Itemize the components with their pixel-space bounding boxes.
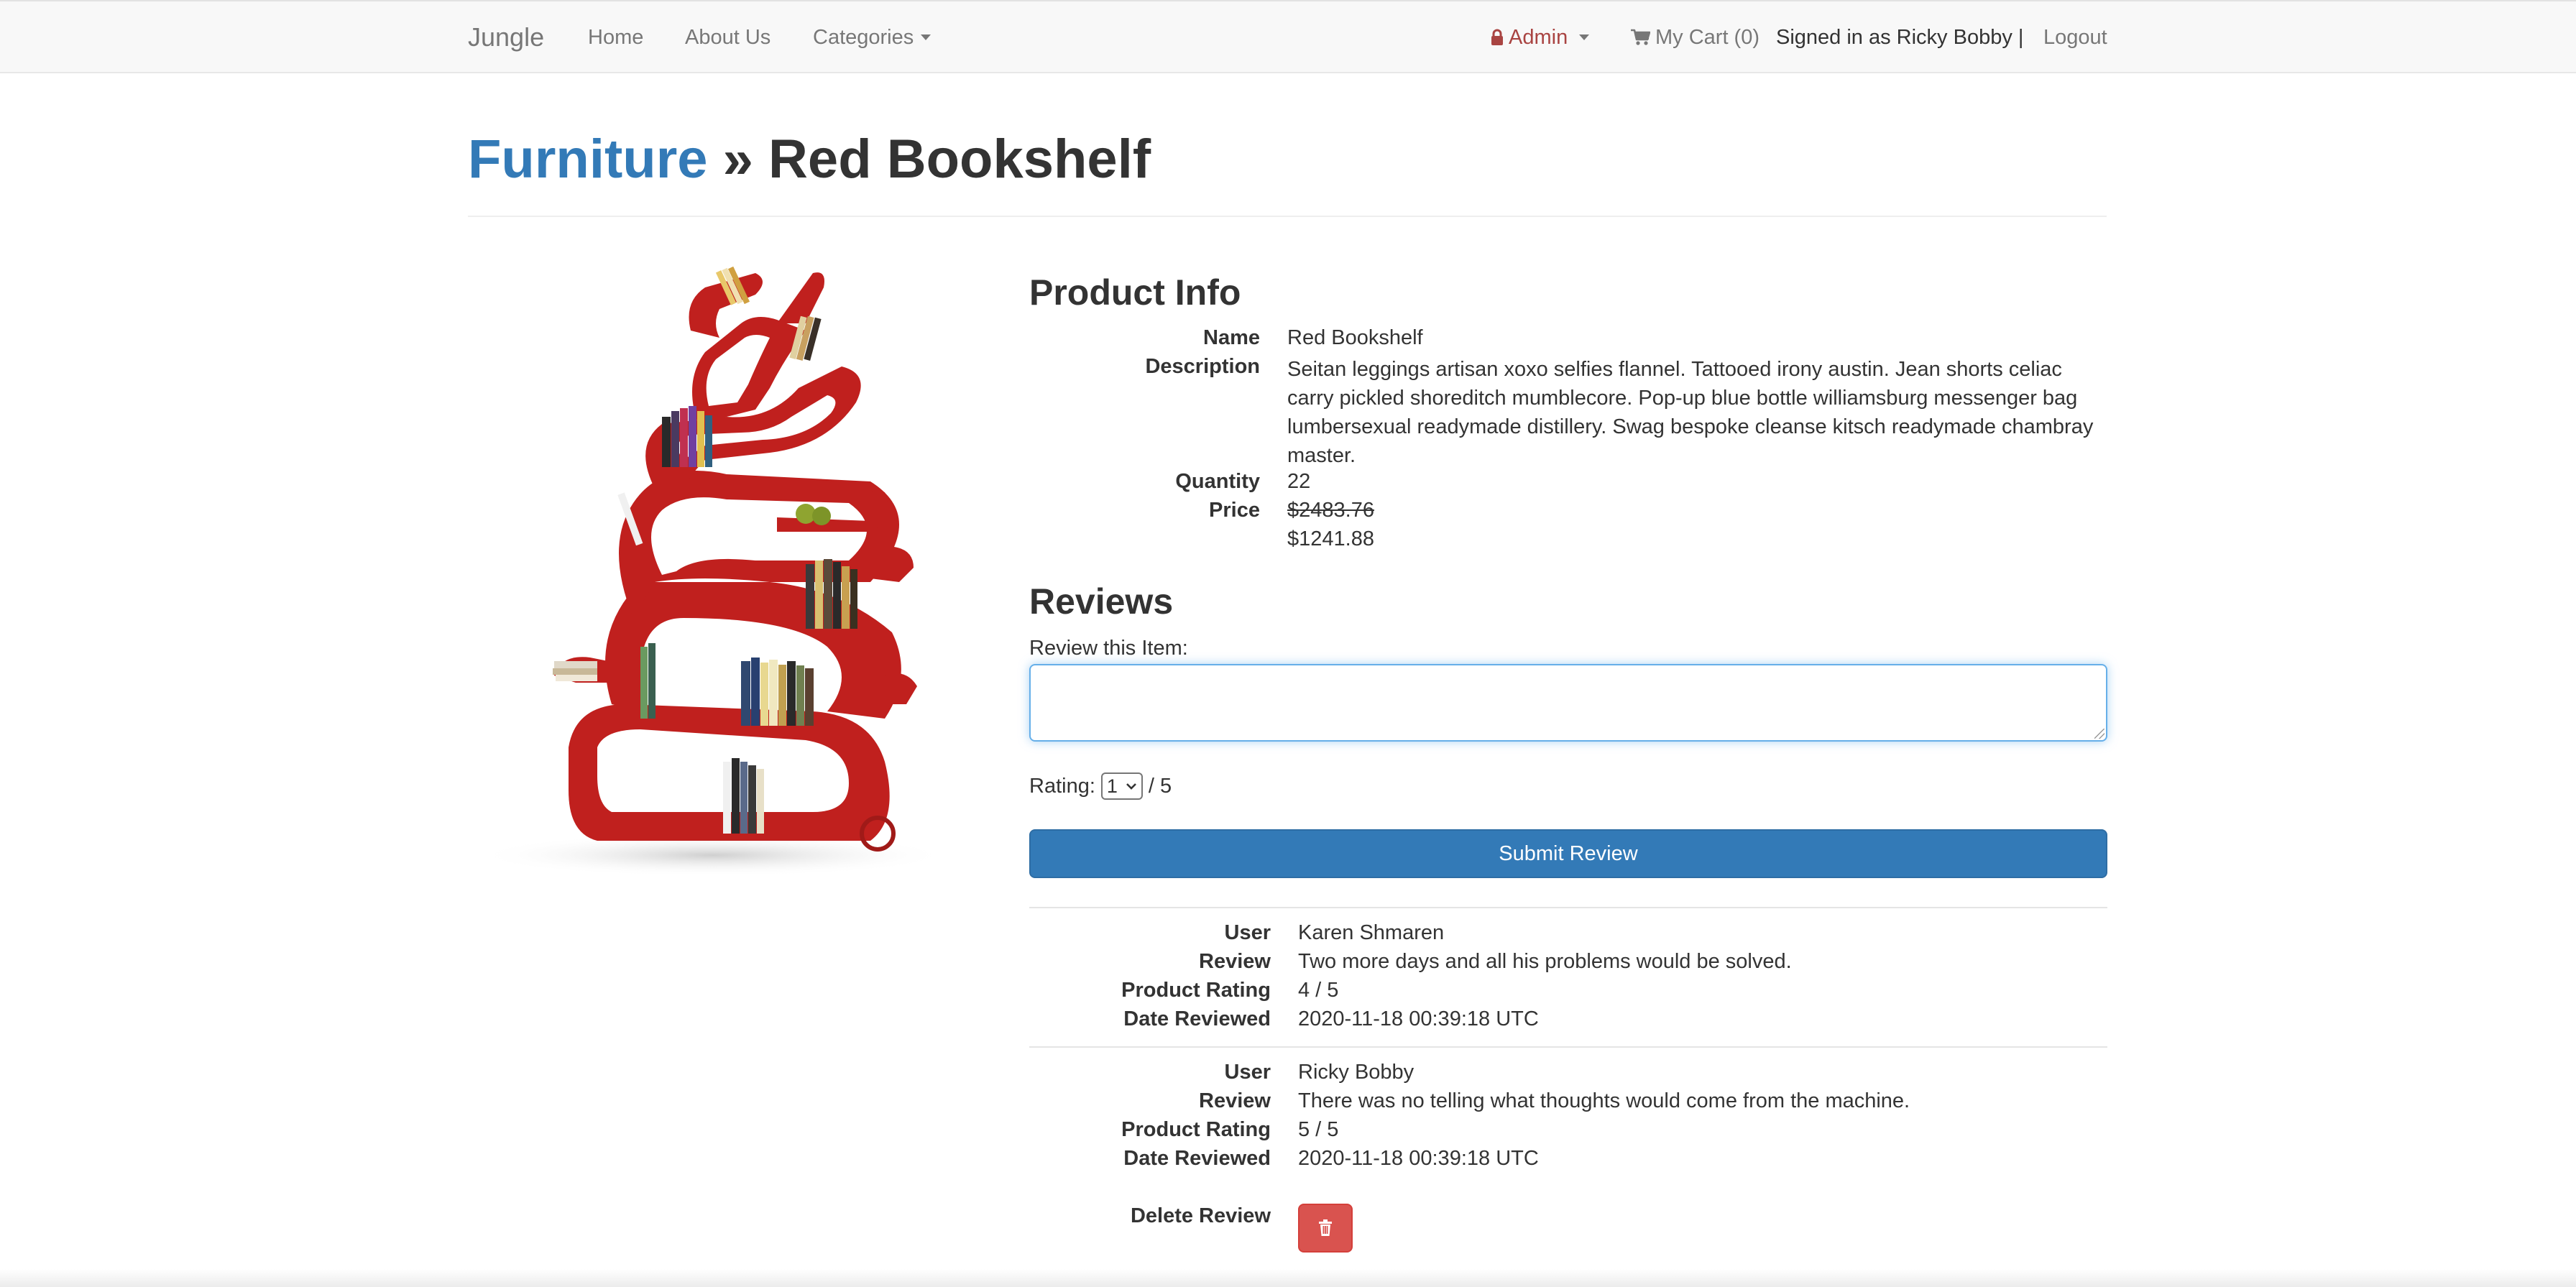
rating-row: Rating: 1 / 5 [1029, 772, 1172, 801]
signed-in-text: Signed in as Ricky Bobby | [1776, 25, 2024, 49]
logout-link[interactable]: Logout [2043, 1, 2107, 73]
top-navbar: Jungle Home About Us Categories Admin My… [0, 0, 2576, 73]
review-rating-term: Product Rating [1121, 1118, 1271, 1141]
product-title: Red Bookshelf [768, 129, 1151, 190]
review-textarea[interactable] [1029, 664, 2107, 742]
submit-review-button[interactable]: Submit Review [1029, 829, 2107, 878]
brand-link[interactable]: Jungle [468, 1, 544, 73]
reviews-heading: Reviews [1029, 581, 1174, 622]
review-user-term: User [1224, 921, 1271, 944]
review-text-term: Review [1199, 950, 1271, 973]
review-divider [1029, 1046, 2107, 1048]
quantity-term: Quantity [1175, 470, 1260, 493]
review-textarea-label: Review this Item: [1029, 637, 1188, 660]
review-text: There was no telling what thoughts would… [1298, 1089, 1910, 1112]
delete-review-term: Delete Review [1130, 1204, 1271, 1227]
category-breadcrumb-link[interactable]: Furniture [468, 129, 708, 190]
chevron-down-icon [1126, 783, 1136, 790]
name-term: Name [1203, 326, 1260, 349]
review-date-term: Date Reviewed [1123, 1007, 1271, 1030]
categories-label: Categories [813, 25, 914, 49]
review-date: 2020-11-18 00:39:18 UTC [1298, 1147, 1539, 1170]
review-user-term: User [1224, 1061, 1271, 1084]
rating-selected-value: 1 [1106, 775, 1118, 797]
caret-down-icon [921, 34, 932, 40]
review-text: Two more days and all his problems would… [1298, 950, 1792, 973]
price-term: Price [1209, 499, 1260, 522]
product-info-heading: Product Info [1029, 272, 1241, 313]
textarea-resize-handle[interactable] [2094, 729, 2104, 739]
trash-icon [1319, 1219, 1332, 1236]
review-divider [1029, 907, 2107, 908]
my-cart-link[interactable]: My Cart (0) [1630, 1, 1760, 73]
admin-dropdown[interactable]: Admin [1490, 1, 1590, 73]
review-user: Ricky Bobby [1298, 1061, 1414, 1084]
lock-icon [1491, 29, 1503, 45]
product-description: Seitan leggings artisan xoxo selfies fla… [1287, 358, 2094, 467]
shopping-cart-icon [1631, 29, 1650, 45]
breadcrumb-separator: » [707, 129, 769, 190]
review-rating: 5 / 5 [1298, 1118, 1339, 1141]
cart-label: My Cart (0) [1655, 25, 1760, 49]
product-name: Red Bookshelf [1287, 326, 1423, 349]
review-text-term: Review [1199, 1089, 1271, 1112]
admin-label: Admin [1509, 25, 1568, 49]
nav-home-link[interactable]: Home [588, 1, 643, 73]
page-title: Furniture » Red Bookshelf [468, 124, 2107, 217]
sale-price: $1241.88 [1287, 527, 1374, 550]
review-date-term: Date Reviewed [1123, 1147, 1271, 1170]
nav-about-link[interactable]: About Us [685, 1, 770, 73]
description-term: Description [1145, 355, 1260, 378]
caret-down-icon [1579, 34, 1590, 40]
rating-label: Rating: [1029, 774, 1095, 798]
product-image [468, 244, 985, 877]
original-price: $2483.76 [1287, 499, 1374, 522]
review-user: Karen Shmaren [1298, 921, 1445, 944]
rating-select[interactable]: 1 [1100, 772, 1143, 800]
product-quantity: 22 [1287, 470, 1311, 493]
categories-dropdown[interactable]: Categories [813, 1, 932, 73]
review-rating: 4 / 5 [1298, 979, 1339, 1002]
rating-suffix: / 5 [1148, 774, 1172, 798]
delete-review-button[interactable] [1298, 1204, 1353, 1253]
review-date: 2020-11-18 00:39:18 UTC [1298, 1007, 1539, 1030]
bottom-shadow [0, 1269, 2576, 1287]
red-bookshelf-illustration [475, 266, 949, 877]
review-rating-term: Product Rating [1121, 979, 1271, 1002]
